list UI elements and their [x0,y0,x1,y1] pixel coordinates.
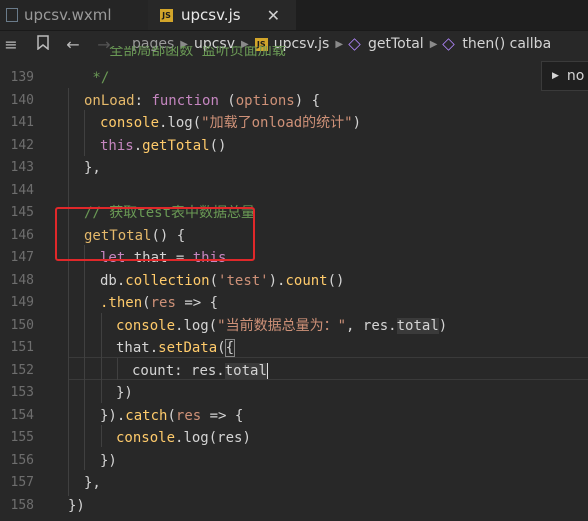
line-number: 155 [10,430,34,445]
close-icon[interactable]: ✕ [267,6,280,25]
chevron-right-icon: ▶ [429,38,438,50]
js-file-icon: JS [160,8,173,22]
line-number: 146 [10,227,34,243]
line-number: 151 [10,340,34,355]
indent-guide [84,245,85,470]
breadcrumb-item-then[interactable]: then() callba [462,36,551,52]
tab-upcsv-js[interactable]: JS upcsv.js ✕ [148,0,296,30]
method-cube-icon [348,37,361,51]
red-highlight-box [55,207,255,261]
hover-popup[interactable]: ▶ no [541,61,588,91]
code-line: console.log(res) [116,430,251,446]
code-line: }, [84,160,101,176]
back-arrow-icon[interactable]: ← [64,35,82,54]
tab-label: upcsv.js [181,6,241,24]
line-number: 139 [10,70,34,85]
method-cube-icon [442,37,456,51]
indent-guide [101,425,102,447]
code-line: console.log("加载了onload的统计") [100,115,362,131]
code-line: this.getTotal() [100,137,227,154]
line-number: 144 [10,182,34,198]
chevron-right-icon: ▶ [335,38,344,50]
line-number: 148 [10,272,34,288]
code-line: db.collection('test').count() [100,272,345,289]
popup-text: no [566,68,585,84]
line-number: 158 [10,497,34,513]
indent-guide [68,88,69,496]
text-cursor [266,362,268,379]
code-line: }) [68,497,85,514]
code-line: }) [116,385,133,401]
chevron-right-icon: ▶ [552,71,559,81]
code-line: count: res.total [132,362,268,379]
breadcrumb-item-gettotal[interactable]: getTotal [368,36,424,52]
editor-tab-bar: upcsv.wxml JS upcsv.js ✕ [0,0,588,31]
line-number: 156 [10,452,34,468]
line-number: 152 [10,362,34,378]
line-number: 145 [10,205,34,220]
bookmark-icon[interactable] [35,34,51,54]
menu-icon[interactable]: ≡ [2,35,20,54]
code-line: 全部局部函数 监听页面加载 [84,46,286,59]
code-line: that.setData({ [116,339,236,357]
indent-guide [84,110,85,156]
line-number: 149 [10,295,34,310]
xml-file-icon [6,8,18,22]
code-line: .then(res => { [100,295,219,311]
code-line: console.log("当前数据总量为：", res.total) [116,317,448,334]
line-number: 140 [10,92,34,108]
line-number: 143 [10,160,34,175]
line-number: 153 [10,385,34,400]
line-number: 154 [10,407,34,423]
line-number: 142 [10,137,34,153]
code-line: onLoad: function (options) { [84,92,321,109]
line-number: 141 [10,115,34,130]
indent-guide [117,358,118,380]
tab-upcsv-wxml[interactable]: upcsv.wxml [0,0,148,30]
tab-label: upcsv.wxml [24,6,112,24]
line-number: 147 [10,250,34,265]
line-number: 157 [10,475,34,490]
code-line: */ [84,70,110,86]
indent-guide [101,313,102,403]
code-line: }).catch(res => { [100,407,244,424]
code-line: }) [100,452,117,469]
code-line: }, [84,475,101,491]
line-number: 150 [10,317,34,333]
